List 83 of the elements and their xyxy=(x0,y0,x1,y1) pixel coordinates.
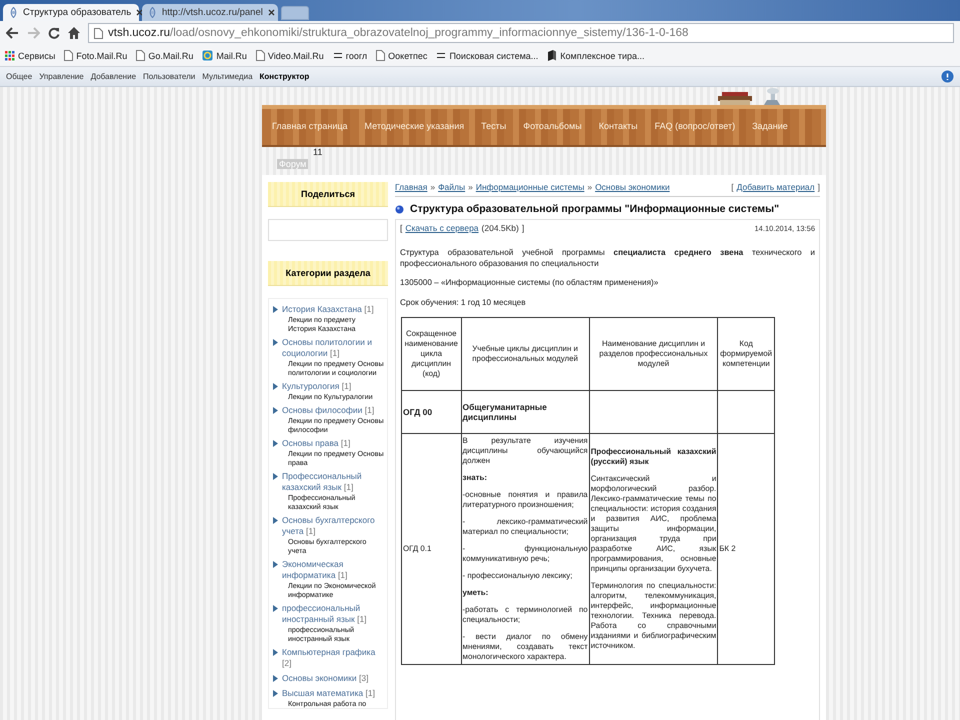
bracket: ] xyxy=(818,182,820,192)
breadcrumb-separator: » xyxy=(430,182,436,192)
share-heading: Поделиться xyxy=(268,182,388,207)
bullet-triangle-icon xyxy=(273,690,278,697)
address-bar[interactable]: vtsh.ucoz.ru/load/osnovy_ehkonomiki/struktura_obrazovatelnoj_programmy_informacionnye_sistemy/136-1-0-168 xyxy=(88,23,954,43)
bullet-triangle-icon xyxy=(273,605,278,612)
bullet-triangle-icon xyxy=(273,473,278,480)
globe-icon xyxy=(148,7,157,18)
bullet-triangle-icon xyxy=(273,561,278,568)
paragraph: Структура образовательной учебной программы специалиста среднего звена технического и профессионального образования по специальности xyxy=(400,248,815,269)
category-link[interactable]: Основы политологии и социологии [1] xyxy=(282,337,385,359)
category-link[interactable]: Компьютерная графика [2] xyxy=(282,647,385,669)
bullet-triangle-icon xyxy=(273,383,278,390)
admin-menu-item[interactable]: Мультимедиа xyxy=(202,72,253,81)
breadcrumb-link[interactable]: Файлы xyxy=(438,182,466,192)
bookmark[interactable]: Go.Mail.Ru xyxy=(136,50,194,61)
breadcrumb-separator: » xyxy=(587,182,592,192)
page-icon xyxy=(64,50,74,61)
category-link[interactable]: Основы экономики [3] xyxy=(282,673,368,684)
globe-icon xyxy=(9,7,18,18)
bookmark[interactable]: Поисковая система... xyxy=(436,50,538,60)
category-link[interactable]: Основы философии [1] xyxy=(282,405,385,416)
bullet-triangle-icon xyxy=(273,649,278,656)
book-icon xyxy=(547,50,558,61)
download-link[interactable]: Скачать с сервера xyxy=(405,223,479,233)
bullet-triangle-icon xyxy=(273,440,278,447)
bookmark[interactable]: Video.Mail.Ru xyxy=(256,50,324,61)
bookmark[interactable]: Mail.Ru xyxy=(202,50,247,61)
counter-text: 11 xyxy=(313,147,322,157)
nav-link[interactable]: Контакты xyxy=(598,121,638,131)
admin-menu-item[interactable]: Пользователи xyxy=(143,72,196,81)
close-icon[interactable] xyxy=(136,9,144,16)
category-link[interactable]: Экономическая информатика [1] xyxy=(282,559,385,581)
page-icon xyxy=(256,50,265,61)
bullet-triangle-icon xyxy=(273,675,278,682)
browser-tab[interactable]: Структура образователь xyxy=(3,4,139,21)
page-icon xyxy=(376,50,386,61)
mail-icon xyxy=(202,50,214,61)
file-size: (204.5Kb) xyxy=(482,223,519,233)
close-icon[interactable] xyxy=(268,9,275,16)
breadcrumb-separator: » xyxy=(468,182,473,192)
category-link[interactable]: Высшая математика [1] xyxy=(282,688,375,699)
category-link[interactable]: профессиональный иностранный язык [1] xyxy=(282,603,385,625)
admin-menu-item[interactable]: Общее xyxy=(6,72,32,81)
cell-text: Общегуманитарные дисциплины xyxy=(462,402,548,422)
bracket: ] xyxy=(522,223,524,233)
page-icon xyxy=(94,28,103,38)
category-link[interactable]: Профессиональный казахский язык [1] xyxy=(282,471,385,493)
home-icon[interactable] xyxy=(68,27,80,39)
category-link[interactable]: Культурология [1] xyxy=(282,381,373,392)
categories-heading: Категории раздела xyxy=(268,261,388,286)
cell-text: ОГД 00 xyxy=(403,407,434,417)
category-link[interactable]: Основы права [1] xyxy=(282,438,385,449)
browser-tab[interactable]: http://vtsh.ucoz.ru/panel xyxy=(142,4,278,21)
admin-menu-item[interactable]: Конструктор xyxy=(260,72,310,81)
breadcrumb-link[interactable]: Главная xyxy=(395,182,428,192)
admin-menu-item[interactable]: Добавление xyxy=(90,72,136,81)
bookmark[interactable]: гоогл xyxy=(332,50,368,60)
paragraph: Срок обучения: 1 год 10 месяцев xyxy=(400,298,527,308)
add-material-link[interactable]: Добавить материал xyxy=(736,182,815,192)
bullet-triangle-icon xyxy=(273,339,278,346)
bookmark[interactable]: Сервисы xyxy=(5,50,56,60)
category-link[interactable]: История Казахстана [1] xyxy=(282,304,385,315)
bullet-triangle-icon xyxy=(273,517,278,524)
back-icon[interactable] xyxy=(6,27,19,39)
page-icon xyxy=(136,50,146,61)
bookmark[interactable]: Foto.Mail.Ru xyxy=(64,50,128,61)
category-link[interactable]: Основы бухгалтерского учета [1] xyxy=(282,515,385,537)
bullet-triangle-icon xyxy=(273,306,278,313)
bullet-icon xyxy=(395,204,404,214)
breadcrumb-link[interactable]: Информационные системы xyxy=(476,182,584,192)
paragraph: 1305000 – «Информационные системы (по областям применения)» xyxy=(400,278,660,288)
panel-toggle-icon[interactable] xyxy=(941,70,954,83)
bracket: [ xyxy=(400,223,402,233)
bracket: [ xyxy=(731,182,734,192)
page-title: Структура образовательной программы "Информационные системы" xyxy=(410,203,780,215)
bookmark[interactable]: Оокетпес xyxy=(376,50,428,61)
bookmark[interactable]: Комплексное тира... xyxy=(547,50,645,61)
breadcrumb-link[interactable]: Основы экономики xyxy=(595,182,670,192)
admin-menu-item[interactable]: Управление xyxy=(39,72,84,81)
bullet-triangle-icon xyxy=(273,407,278,414)
apps-grid-icon xyxy=(5,50,15,60)
reload-icon[interactable] xyxy=(48,27,60,39)
